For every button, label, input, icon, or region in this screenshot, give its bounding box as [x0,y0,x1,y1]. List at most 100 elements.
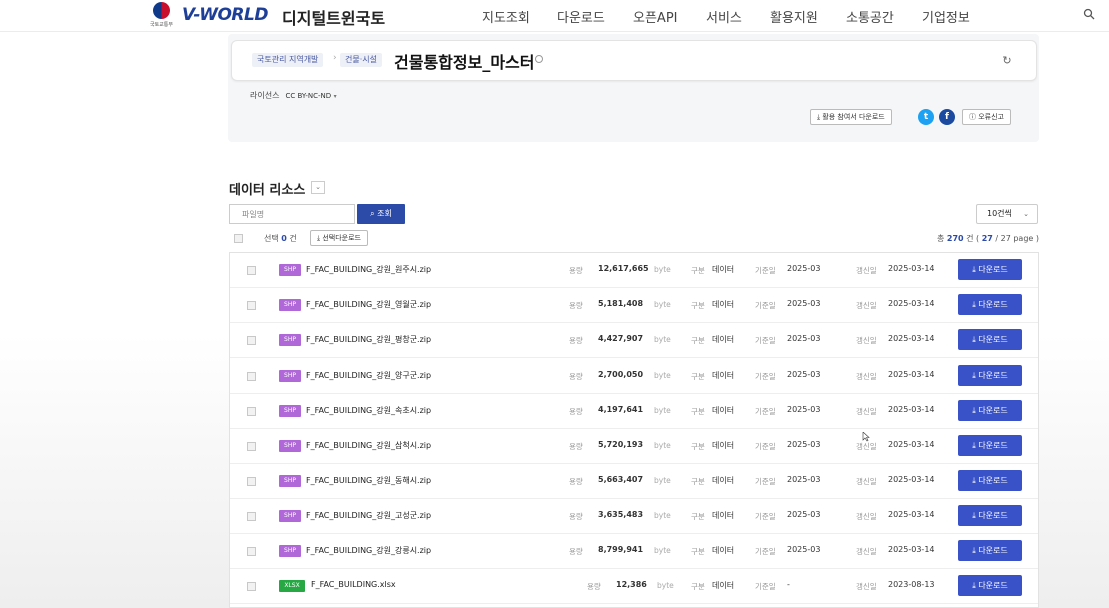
updated-date-label: 갱신일 [856,266,877,275]
nav-download[interactable]: 다운로드 [557,7,605,26]
download-button-label: 다운로드 [978,546,1008,555]
row-checkbox[interactable] [247,442,256,451]
summary-mid: 건 ( [966,234,980,243]
vworld-logo-subtitle[interactable]: 디지털트윈국토 [282,5,385,29]
size-label: 용량 [569,547,583,556]
search-button[interactable]: ⌕ 조회 [357,204,405,224]
per-page-select[interactable]: 10건씩 ⌄ [976,204,1038,224]
mouse-cursor-icon [862,432,870,442]
download-button[interactable]: ⤓ 다운로드 [958,505,1022,526]
nav-usage-support[interactable]: 활용지원 [770,7,818,26]
facebook-icon[interactable]: f [939,109,955,125]
download-button-label: 다운로드 [978,265,1008,274]
size-unit: byte [654,335,671,344]
base-date-label: 기준일 [755,301,776,310]
download-button-label: 다운로드 [978,300,1008,309]
kind-label: 구분 [691,442,705,451]
select-all-checkbox[interactable] [234,234,243,243]
table-row: SHP F_FAC_BUILDING_강원_삼척시.zip 용량 5,720,1… [230,429,1038,464]
favorite-icon[interactable] [535,55,543,63]
base-date-label: 기준일 [755,582,776,591]
file-name[interactable]: F_FAC_BUILDING_강원_양구군.zip [306,370,431,381]
row-checkbox[interactable] [247,477,256,486]
kind-value: 데이터 [712,441,735,450]
selected-label: 선택 [264,234,279,243]
size-label: 용량 [569,266,583,275]
selected-download-label: 선택다운로드 [322,234,361,242]
updated-date-value: 2025-03-14 [888,510,935,519]
download-button[interactable]: ⤓ 다운로드 [958,259,1022,280]
category-tag-land[interactable]: 국토관리 지역개발 [252,53,324,67]
download-button[interactable]: ⤓ 다운로드 [958,400,1022,421]
file-type-badge: SHP [279,510,301,522]
row-checkbox[interactable] [247,547,256,556]
base-date-label: 기준일 [755,266,776,275]
report-error-button[interactable]: ⓘ 오류신고 [962,109,1011,125]
row-checkbox[interactable] [247,582,256,591]
page-title: 건물통합정보_마스터 [394,53,535,72]
download-button[interactable]: ⤓ 다운로드 [958,365,1022,386]
kind-label: 구분 [691,336,705,345]
file-name[interactable]: F_FAC_BUILDING_강원_동해시.zip [306,475,431,486]
download-button-label: 다운로드 [978,511,1008,520]
download-button[interactable]: ⤓ 다운로드 [958,435,1022,456]
row-checkbox[interactable] [247,372,256,381]
download-button[interactable]: ⤓ 다운로드 [958,294,1022,315]
row-checkbox[interactable] [247,512,256,521]
file-type-badge: SHP [279,299,301,311]
nav-community[interactable]: 소통공간 [846,7,894,26]
per-page-value: 10건씩 [987,209,1012,218]
dataset-title-card: 국토관리 지역개발 › 건물·시설 건물통합정보_마스터 ↻ [231,40,1037,81]
report-error-label: 오류신고 [978,113,1004,121]
file-type-badge: SHP [279,370,301,382]
guide-download-button[interactable]: ⤓ 활용 참여서 다운로드 [810,109,892,125]
refresh-icon[interactable]: ↻ [1000,54,1014,68]
download-button[interactable]: ⤓ 다운로드 [958,470,1022,491]
base-date-value: 2025-03 [787,334,821,343]
file-name[interactable]: F_FAC_BUILDING_강원_영월군.zip [306,299,431,310]
chevron-down-icon[interactable]: ⌄ [311,181,325,194]
kind-value: 데이터 [712,511,735,520]
row-checkbox[interactable] [247,266,256,275]
kind-value: 데이터 [712,371,735,380]
file-name[interactable]: F_FAC_BUILDING_강원_평창군.zip [306,334,431,345]
kind-label: 구분 [691,477,705,486]
category-tag-building[interactable]: 건물·시설 [340,53,382,67]
vworld-logo[interactable]: V-WORLD [182,5,268,25]
summary-count: 270 [946,234,964,243]
row-checkbox[interactable] [247,336,256,345]
kind-label: 구분 [691,301,705,310]
nav-service[interactable]: 서비스 [706,7,742,26]
file-name[interactable]: F_FAC_BUILDING_강원_속초시.zip [306,405,431,416]
twitter-icon[interactable]: t [918,109,934,125]
updated-date-label: 갱신일 [856,336,877,345]
download-button[interactable]: ⤓ 다운로드 [958,540,1022,561]
file-name[interactable]: F_FAC_BUILDING_강원_강릉시.zip [306,545,431,556]
file-name[interactable]: F_FAC_BUILDING_강원_원주시.zip [306,264,431,275]
selected-download-button[interactable]: ⤓ 선택다운로드 [310,230,368,246]
row-checkbox[interactable] [247,301,256,310]
file-name[interactable]: F_FAC_BUILDING_강원_고성군.zip [306,510,431,521]
size-label: 용량 [569,442,583,451]
government-emblem-logo[interactable]: 국토교통부 [150,2,174,28]
download-button[interactable]: ⤓ 다운로드 [958,575,1022,596]
nav-company-info[interactable]: 기업정보 [922,7,970,26]
file-name[interactable]: F_FAC_BUILDING_강원_삼척시.zip [306,440,431,451]
size-unit: byte [654,546,671,555]
search-icon[interactable] [1083,8,1095,20]
selected-unit: 건 [289,234,297,243]
file-name[interactable]: F_FAC_BUILDING.xlsx [311,580,396,589]
license-label: 라이선스 [250,91,280,100]
chevron-down-icon[interactable]: ▾ [334,93,337,100]
size-label: 용량 [569,372,583,381]
nav-map-search[interactable]: 지도조회 [482,7,530,26]
size-unit: byte [654,511,671,520]
taegeuk-icon [153,2,170,19]
nav-open-api[interactable]: 오픈API [633,7,678,26]
updated-date-value: 2025-03-14 [888,264,935,273]
filename-search-input[interactable] [229,204,355,224]
download-button[interactable]: ⤓ 다운로드 [958,329,1022,350]
table-row: SHP F_FAC_BUILDING_강원_강릉시.zip 용량 8,799,9… [230,534,1038,569]
updated-date-value: 2025-03-14 [888,334,935,343]
row-checkbox[interactable] [247,407,256,416]
